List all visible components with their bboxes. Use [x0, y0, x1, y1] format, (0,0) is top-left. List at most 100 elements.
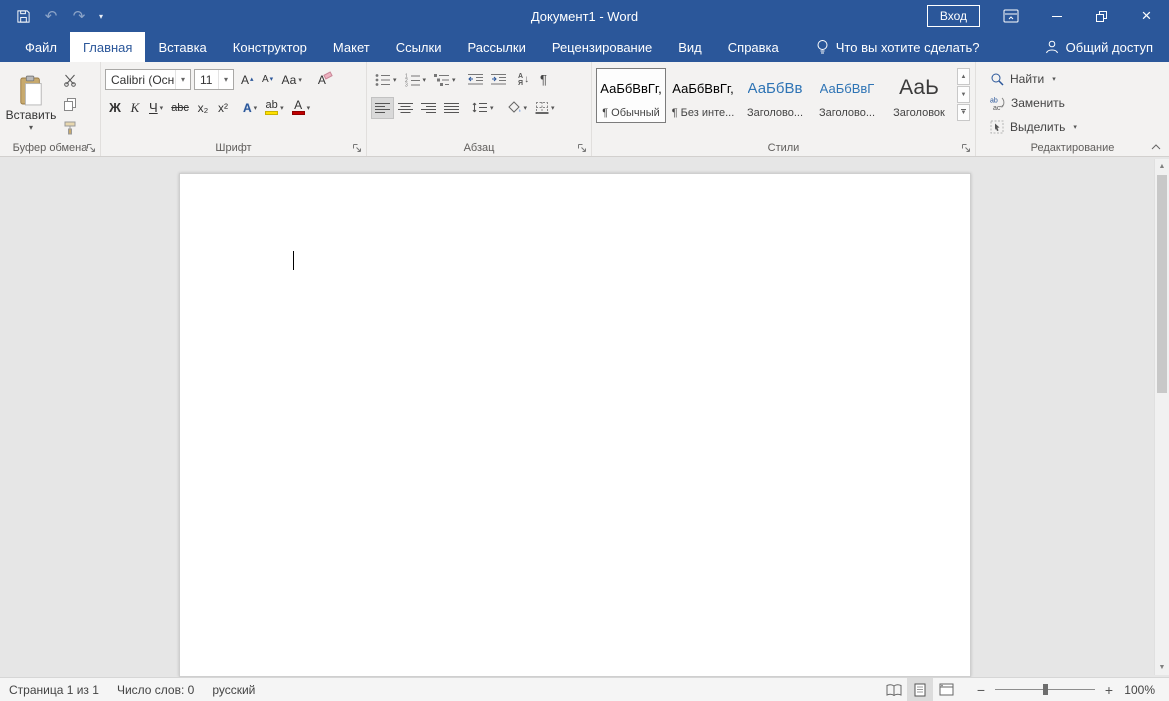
align-left-button[interactable] — [371, 97, 394, 119]
word-count[interactable]: Число слов: 0 — [108, 678, 203, 701]
tab-home[interactable]: Главная — [70, 32, 145, 62]
language-indicator[interactable]: русский — [203, 678, 264, 701]
cut-button[interactable] — [58, 69, 82, 91]
italic-button[interactable]: К — [125, 97, 145, 119]
redo-button[interactable]: ↷ — [66, 3, 92, 29]
zoom-out-button[interactable]: − — [969, 678, 993, 701]
clipboard-dialog-launcher[interactable] — [85, 142, 96, 153]
clear-formatting-button[interactable]: А — [314, 69, 336, 91]
style-no-spacing[interactable]: АаБбВвГг, ¶ Без инте... — [668, 68, 738, 123]
format-painter-icon — [63, 121, 77, 135]
tab-help[interactable]: Справка — [715, 32, 792, 62]
text-effects-button[interactable]: А▾ — [239, 97, 261, 119]
grow-font-button[interactable]: А▴ — [237, 69, 258, 91]
font-color-button[interactable]: А ▾ — [288, 97, 315, 119]
strikethrough-button[interactable]: abc — [167, 97, 193, 119]
ribbon-display-options-button[interactable] — [996, 3, 1026, 29]
customize-qat-button[interactable]: ▾ — [94, 3, 108, 29]
change-case-button[interactable]: Аа▾ — [278, 69, 306, 91]
justify-icon — [444, 102, 459, 114]
format-painter-button[interactable] — [58, 117, 82, 139]
tab-layout[interactable]: Макет — [320, 32, 383, 62]
shading-button[interactable]: ▾ — [503, 97, 532, 119]
increase-indent-button[interactable] — [487, 69, 510, 91]
style-title[interactable]: АаЬ Заголовок — [884, 68, 954, 123]
replace-label: Заменить — [1011, 96, 1065, 110]
superscript-button[interactable]: x² — [213, 97, 233, 119]
font-size-combobox[interactable]: 11 ▾ — [194, 69, 234, 90]
editing-group-label: Редактирование — [976, 142, 1169, 154]
title-bar: ↶ ↷ ▾ Документ1 - Word Вход × — [0, 0, 1169, 32]
collapse-ribbon-button[interactable] — [1149, 141, 1163, 153]
align-right-button[interactable] — [417, 97, 440, 119]
decrease-indent-button[interactable] — [464, 69, 487, 91]
underline-button[interactable]: Ч▾ — [145, 97, 167, 119]
style-heading1[interactable]: АаБбВв Заголово... — [740, 68, 810, 123]
justify-button[interactable] — [440, 97, 463, 119]
copy-button[interactable] — [58, 93, 82, 115]
tab-view[interactable]: Вид — [665, 32, 715, 62]
read-mode-button[interactable] — [881, 678, 907, 701]
scissors-icon — [63, 73, 77, 87]
line-spacing-button[interactable]: ▾ — [468, 97, 498, 119]
select-cursor-icon — [990, 120, 1004, 134]
numbering-button[interactable]: 123 ▾ — [401, 69, 431, 91]
style-heading2[interactable]: АаБбВвГ Заголово... — [812, 68, 882, 123]
font-dialog-launcher[interactable] — [351, 142, 362, 153]
tab-references[interactable]: Ссылки — [383, 32, 455, 62]
sort-button[interactable]: АЯ ↓ — [514, 69, 534, 91]
highlight-color-button[interactable]: ab ▾ — [261, 97, 288, 119]
minimize-button[interactable] — [1034, 0, 1079, 32]
print-layout-button[interactable] — [907, 678, 933, 701]
find-button[interactable]: Найти ▾ — [986, 67, 1060, 91]
sign-in-button[interactable]: Вход — [927, 5, 980, 27]
dialog-launcher-icon — [961, 143, 971, 153]
tab-file[interactable]: Файл — [12, 32, 70, 62]
font-group: Calibri (Осн ▾ 11 ▾ А▴ А▾ Аа▾ А Ж К Ч▾ a… — [101, 62, 367, 156]
shrink-font-button[interactable]: А▾ — [258, 69, 278, 91]
zoom-level[interactable]: 100% — [1121, 683, 1169, 697]
zoom-in-button[interactable]: + — [1097, 678, 1121, 701]
scroll-up-button[interactable]: ▲ — [1155, 159, 1169, 174]
styles-more-button[interactable]: ▼ — [957, 104, 970, 121]
subscript-button[interactable]: x₂ — [193, 97, 213, 119]
page-indicator[interactable]: Страница 1 из 1 — [0, 678, 108, 701]
font-name-combobox[interactable]: Calibri (Осн ▾ — [105, 69, 191, 90]
style-normal[interactable]: АаБбВвГг, ¶ Обычный — [596, 68, 666, 123]
multilevel-list-button[interactable]: ▾ — [430, 69, 460, 91]
bullets-button[interactable]: ▾ — [371, 69, 401, 91]
web-layout-button[interactable] — [933, 678, 959, 701]
save-button[interactable] — [10, 3, 36, 29]
read-mode-icon — [886, 684, 902, 696]
styles-scroll-down-button[interactable]: ▼ — [957, 86, 970, 103]
align-center-button[interactable] — [394, 97, 417, 119]
vertical-scrollbar[interactable]: ▲ ▼ — [1154, 159, 1169, 675]
tab-review[interactable]: Рецензирование — [539, 32, 665, 62]
scrollbar-thumb[interactable] — [1157, 175, 1167, 393]
select-button[interactable]: Выделить ▾ — [986, 115, 1081, 139]
zoom-thumb[interactable] — [1043, 684, 1048, 695]
paste-button[interactable]: Вставить ▾ — [4, 67, 58, 139]
zoom-slider[interactable] — [995, 678, 1095, 701]
clipboard-group: Вставить ▾ Буфер обмена — [0, 62, 101, 156]
show-formatting-marks-button[interactable]: ¶ — [534, 69, 554, 91]
document-page[interactable] — [179, 173, 971, 677]
share-button[interactable]: Общий доступ — [1029, 32, 1169, 62]
scroll-down-button[interactable]: ▼ — [1155, 660, 1169, 675]
styles-scroll-up-button[interactable]: ▲ — [957, 68, 970, 85]
bold-button[interactable]: Ж — [105, 97, 125, 119]
chevron-down-icon: ▾ — [551, 104, 555, 112]
paragraph-dialog-launcher[interactable] — [576, 142, 587, 153]
undo-button[interactable]: ↶ — [38, 3, 64, 29]
styles-dialog-launcher[interactable] — [960, 142, 971, 153]
close-button[interactable]: × — [1124, 0, 1169, 32]
replace-button[interactable]: abac Заменить — [986, 91, 1069, 115]
chevron-down-icon: ▾ — [1073, 123, 1077, 131]
tab-mailings[interactable]: Рассылки — [454, 32, 538, 62]
tell-me-box[interactable]: Что вы хотите сделать? — [810, 32, 986, 62]
restore-button[interactable] — [1079, 0, 1124, 32]
tab-design[interactable]: Конструктор — [220, 32, 320, 62]
print-layout-icon — [913, 683, 927, 697]
tab-insert[interactable]: Вставка — [145, 32, 219, 62]
borders-button[interactable]: ▾ — [531, 97, 559, 119]
